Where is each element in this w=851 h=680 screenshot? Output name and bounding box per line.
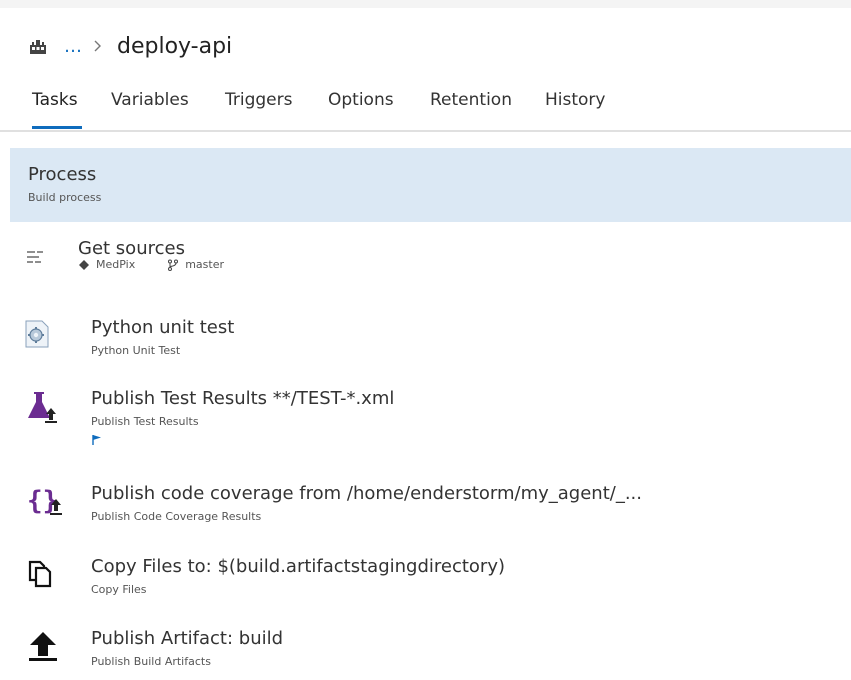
- breadcrumb: … deploy-api: [28, 26, 232, 66]
- tab-tasks[interactable]: Tasks: [32, 90, 78, 124]
- task-subtitle: Copy Files: [91, 583, 147, 596]
- tab-options[interactable]: Options: [328, 90, 394, 124]
- task-title: Copy Files to: $(build.artifactstagingdi…: [91, 556, 505, 577]
- chevron-right-icon: [94, 40, 101, 52]
- process-header[interactable]: Process Build process: [10, 148, 851, 222]
- page-title: deploy-api: [117, 33, 233, 59]
- task-source-meta: MedPix master: [78, 258, 224, 271]
- breadcrumb-ellipsis[interactable]: …: [64, 36, 83, 57]
- process-title: Process: [28, 164, 97, 185]
- process-subtitle: Build process: [28, 191, 102, 204]
- flag-icon: [92, 435, 101, 445]
- tab-bar: Tasks Variables Triggers Options Retenti…: [0, 84, 851, 132]
- task-title: Get sources: [78, 238, 185, 259]
- active-tab-indicator: [32, 126, 82, 129]
- tab-triggers[interactable]: Triggers: [225, 90, 293, 124]
- branch-icon: [168, 259, 179, 271]
- tab-variables[interactable]: Variables: [111, 90, 189, 124]
- upload-arrow-icon: [29, 632, 57, 661]
- braces-upload-icon: {}: [27, 486, 62, 516]
- task-title: Publish code coverage from /home/enderst…: [91, 483, 642, 504]
- task-subtitle: Publish Code Coverage Results: [91, 510, 262, 523]
- task-subtitle: Python Unit Test: [91, 344, 181, 357]
- task-publish-artifact[interactable]: Publish Artifact: build Publish Build Ar…: [18, 628, 838, 678]
- branch-name: master: [185, 258, 224, 271]
- task-get-sources[interactable]: Get sources MedPix master: [18, 238, 838, 290]
- repo-name: MedPix: [96, 258, 136, 271]
- task-publish-test-results[interactable]: Publish Test Results **/TEST-*.xml Publi…: [18, 388, 838, 458]
- flask-upload-icon: [28, 392, 57, 423]
- task-title: Python unit test: [91, 317, 235, 338]
- svg-text:{}: {}: [27, 486, 58, 516]
- task-copy-files[interactable]: Copy Files to: $(build.artifactstagingdi…: [18, 556, 838, 606]
- top-bar: [0, 0, 851, 8]
- task-python-unit-test[interactable]: Python unit test Python Unit Test: [18, 317, 838, 367]
- task-title: Publish Artifact: build: [91, 628, 284, 649]
- task-title: Publish Test Results **/TEST-*.xml: [91, 388, 395, 409]
- tab-retention[interactable]: Retention: [430, 90, 512, 124]
- repo-icon: [79, 259, 89, 270]
- task-subtitle: Publish Test Results: [91, 415, 199, 428]
- tab-history[interactable]: History: [545, 90, 605, 124]
- source-list-icon: [27, 251, 43, 263]
- task-publish-code-coverage[interactable]: {} Publish code coverage from /home/ende…: [18, 483, 838, 533]
- copy-files-icon: [28, 560, 52, 588]
- gear-script-icon: [25, 320, 49, 348]
- pipeline-icon: [30, 40, 46, 54]
- task-subtitle: Publish Build Artifacts: [91, 655, 211, 668]
